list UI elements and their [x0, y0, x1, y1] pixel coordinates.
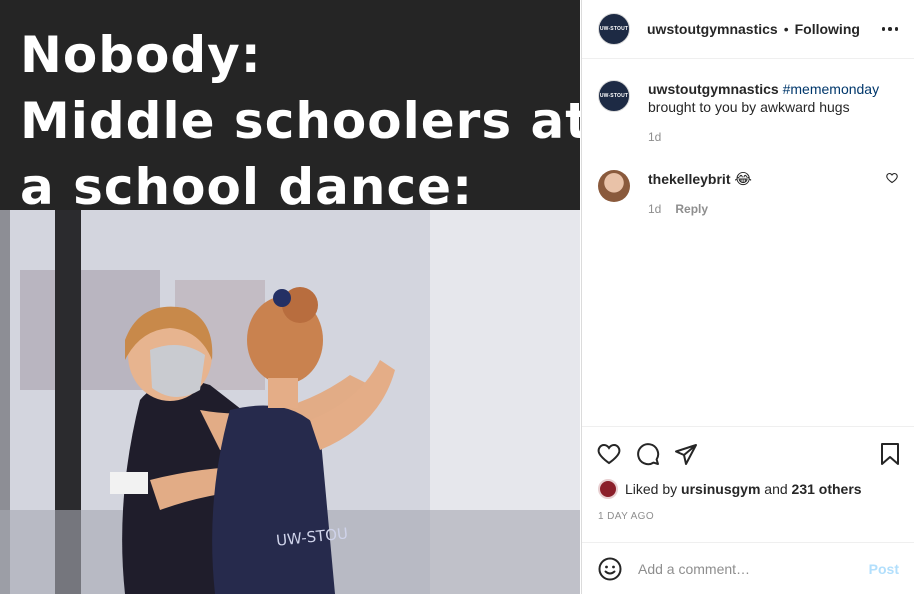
post-photo: UW-STOU	[0, 210, 580, 594]
comment-text: brought to you by awkward hugs	[648, 99, 850, 115]
avatar-text: UW-STOUT	[599, 93, 629, 99]
share-icon[interactable]	[674, 442, 698, 466]
meme-line-2: Middle schoolers at	[20, 92, 580, 150]
header-separator: •	[783, 21, 789, 37]
comment-time[interactable]: 1d	[648, 200, 661, 218]
post-media[interactable]: Nobody: Middle schoolers at a school dan…	[0, 0, 580, 594]
post-button[interactable]: Post	[869, 561, 899, 577]
header-username[interactable]: uwstoutgymnastics	[647, 21, 778, 37]
likes-others-link[interactable]: 231 others	[792, 481, 862, 497]
caption-comment: UW-STOUT uwstoutgymnastics #mememonday b…	[598, 59, 898, 146]
post-side-panel: UW-STOUT uwstoutgymnastics • Following U…	[581, 0, 914, 594]
bookmark-icon[interactable]	[879, 442, 901, 466]
liked-by-user[interactable]: ursinusgym	[681, 481, 760, 497]
heart-icon[interactable]	[596, 442, 622, 466]
likes-and: and	[764, 481, 788, 497]
avatar[interactable]	[598, 170, 630, 202]
add-comment-bar: Post	[582, 542, 914, 594]
comment-input[interactable]	[638, 560, 869, 577]
likes-summary: Liked by ursinusgym and 231 others	[582, 467, 914, 499]
comment-icon[interactable]	[636, 442, 660, 466]
post-date[interactable]: 1 DAY AGO	[582, 499, 914, 522]
avatar-text: UW-STOUT	[599, 26, 629, 32]
post-actions: Liked by ursinusgym and 231 others 1 DAY…	[582, 426, 914, 522]
avatar[interactable]	[598, 479, 618, 499]
hashtag-link[interactable]: #mememonday	[783, 81, 880, 97]
emoji-icon[interactable]	[598, 557, 622, 581]
comment-username[interactable]: uwstoutgymnastics	[648, 81, 779, 97]
like-comment-heart-icon[interactable]	[886, 171, 898, 189]
avatar[interactable]: UW-STOUT	[598, 80, 630, 112]
meme-line-1: Nobody:	[20, 26, 262, 84]
following-button[interactable]: Following	[795, 21, 860, 37]
reply-button[interactable]: Reply	[675, 200, 708, 218]
avatar[interactable]: UW-STOUT	[598, 13, 630, 45]
likes-prefix: Liked by	[625, 481, 678, 497]
comment-username[interactable]: thekelleybrit	[648, 171, 730, 187]
comment-time[interactable]: 1d	[648, 128, 661, 146]
meme-caption: Nobody: Middle schoolers at a school dan…	[0, 0, 580, 216]
comment-text: 😂	[734, 170, 752, 188]
post-header: UW-STOUT uwstoutgymnastics • Following	[582, 0, 914, 59]
list-item: thekelleybrit 😂 1d Reply	[598, 146, 898, 218]
more-options-icon[interactable]	[881, 17, 898, 41]
comments-list: UW-STOUT uwstoutgymnastics #mememonday b…	[582, 59, 914, 218]
